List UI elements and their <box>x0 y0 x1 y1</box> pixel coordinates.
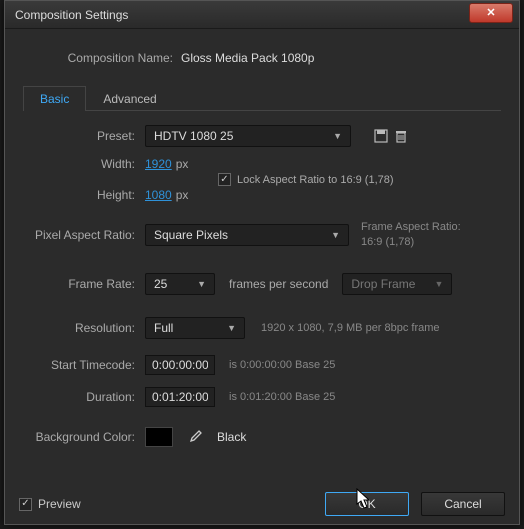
save-preset-button[interactable] <box>371 126 391 146</box>
ok-button[interactable]: OK <box>325 492 409 516</box>
lock-aspect-label: Lock Aspect Ratio to 16:9 (1,78) <box>237 174 394 186</box>
duration-info: is 0:01:20:00 Base 25 <box>229 391 335 403</box>
far-label: Frame Aspect Ratio: <box>361 220 461 235</box>
preset-dropdown[interactable]: HDTV 1080 25 ▼ <box>145 125 351 147</box>
start-tc-label: Start Timecode: <box>23 358 145 372</box>
delete-preset-button[interactable] <box>391 126 411 146</box>
tab-bar: Basic Advanced <box>23 85 501 111</box>
duration-label: Duration: <box>23 390 145 404</box>
window-title: Composition Settings <box>15 8 469 22</box>
eyedropper-icon <box>188 430 202 444</box>
comp-name-label: Composition Name: <box>23 51 181 65</box>
chevron-down-icon: ▼ <box>434 279 443 289</box>
chevron-down-icon: ▼ <box>331 230 340 240</box>
chevron-down-icon: ▼ <box>227 323 236 333</box>
width-unit: px <box>176 157 189 171</box>
height-label: Height: <box>23 188 145 202</box>
cancel-button[interactable]: Cancel <box>421 492 505 516</box>
par-value: Square Pixels <box>154 228 228 242</box>
bgcolor-label: Background Color: <box>23 430 145 444</box>
bgcolor-swatch[interactable] <box>145 427 173 447</box>
comp-name-input[interactable] <box>181 49 501 67</box>
resolution-info: 1920 x 1080, 7,9 MB per 8bpc frame <box>261 322 440 334</box>
trash-icon <box>394 129 408 143</box>
par-dropdown[interactable]: Square Pixels ▼ <box>145 224 349 246</box>
preset-value: HDTV 1080 25 <box>154 129 233 143</box>
titlebar[interactable]: Composition Settings ✕ <box>5 1 519 29</box>
close-button[interactable]: ✕ <box>469 3 513 23</box>
dialog-content: Composition Name: Basic Advanced Preset:… <box>5 29 519 467</box>
start-tc-input[interactable] <box>145 355 215 375</box>
dropframe-value: Drop Frame <box>351 277 415 291</box>
par-label: Pixel Aspect Ratio: <box>23 228 145 242</box>
framerate-label: Frame Rate: <box>23 277 145 291</box>
lock-aspect-checkbox[interactable]: ✓ <box>218 173 231 186</box>
close-icon: ✕ <box>486 6 495 19</box>
chevron-down-icon: ▼ <box>333 131 342 141</box>
tab-advanced[interactable]: Advanced <box>86 86 173 111</box>
tab-basic[interactable]: Basic <box>23 86 86 111</box>
preview-checkbox[interactable]: ✓ <box>19 498 32 511</box>
height-value[interactable]: 1080 <box>145 188 172 202</box>
resolution-label: Resolution: <box>23 321 145 335</box>
framerate-dropdown[interactable]: 25 ▼ <box>145 273 215 295</box>
preset-label: Preset: <box>23 129 145 143</box>
dialog-footer: ✓ Preview OK Cancel <box>5 484 519 524</box>
framerate-value: 25 <box>154 277 167 291</box>
far-value: 16:9 (1,78) <box>361 235 461 250</box>
preview-label: Preview <box>38 497 81 511</box>
height-unit: px <box>176 188 189 202</box>
width-label: Width: <box>23 157 145 171</box>
fps-label: frames per second <box>229 277 328 291</box>
chevron-down-icon: ▼ <box>197 279 206 289</box>
resolution-value: Full <box>154 321 173 335</box>
save-preset-icon <box>374 129 388 143</box>
eyedropper-button[interactable] <box>187 429 203 445</box>
dropframe-dropdown: Drop Frame ▼ <box>342 273 452 295</box>
width-value[interactable]: 1920 <box>145 157 172 171</box>
duration-input[interactable] <box>145 387 215 407</box>
bgcolor-name: Black <box>217 430 246 444</box>
far-block: Frame Aspect Ratio: 16:9 (1,78) <box>361 220 461 251</box>
start-tc-info: is 0:00:00:00 Base 25 <box>229 359 335 371</box>
dialog-composition-settings: Composition Settings ✕ Composition Name:… <box>4 0 520 525</box>
resolution-dropdown[interactable]: Full ▼ <box>145 317 245 339</box>
